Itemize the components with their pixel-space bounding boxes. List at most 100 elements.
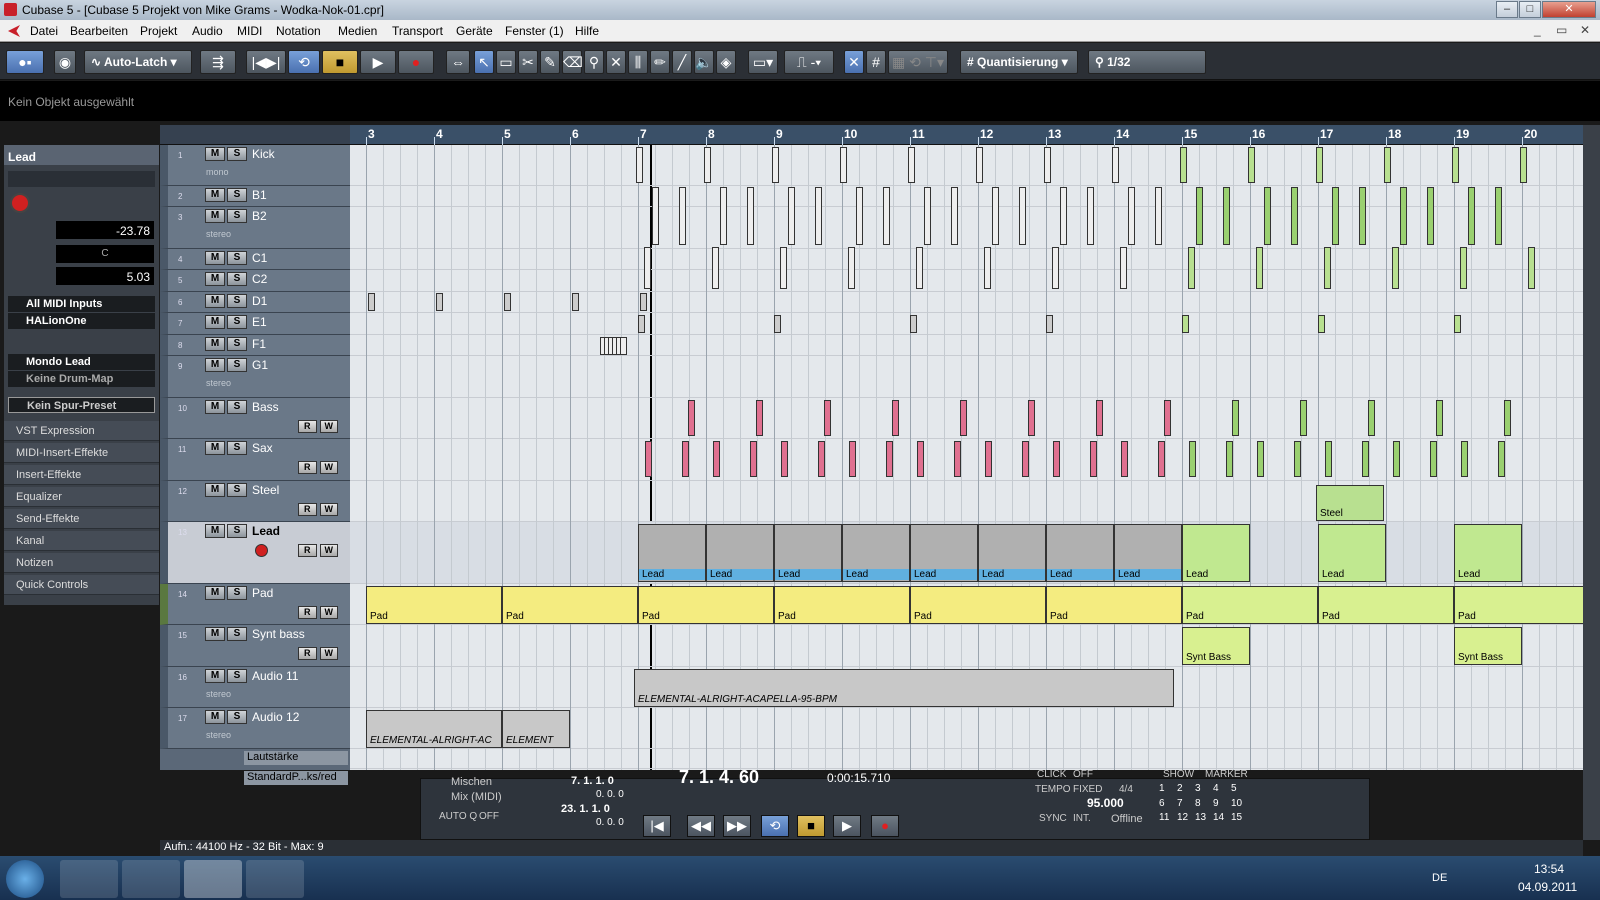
midi-event[interactable] [1059, 187, 1067, 245]
lead-part[interactable]: Lead [910, 524, 978, 582]
marker-button[interactable]: 13 [1195, 812, 1213, 827]
midi-event[interactable] [436, 293, 443, 311]
track-synt-bass[interactable]: 15 M S Synt bass R W [160, 625, 350, 667]
inspector-track-name[interactable]: Lead [4, 145, 159, 165]
midi-event[interactable] [756, 400, 763, 436]
mute-tool-icon[interactable]: ✕ [606, 50, 626, 74]
doc-close-icon[interactable]: ✕ [1580, 23, 1590, 37]
play-tool-icon[interactable]: 🔈 [694, 50, 714, 74]
mute-solo[interactable]: MS [205, 586, 247, 600]
midi-event[interactable] [1263, 187, 1271, 245]
automation-lane-standard[interactable]: StandardP...ks/red [244, 771, 348, 785]
write-button[interactable]: W [319, 503, 338, 516]
track-lane[interactable] [350, 292, 1583, 313]
record-enable-icon[interactable] [255, 544, 268, 557]
tempo-mode[interactable]: FIXED [1073, 784, 1102, 795]
midi-event[interactable] [848, 247, 855, 289]
mute-solo[interactable]: MS [205, 669, 247, 683]
mute-solo[interactable]: MS [205, 147, 247, 161]
midi-event[interactable] [1368, 400, 1375, 436]
zoom-tool-icon[interactable]: ⚲ [584, 50, 604, 74]
marker-button[interactable]: 2 [1177, 783, 1195, 798]
midi-event[interactable] [1120, 247, 1127, 289]
erase-tool-icon[interactable]: ⌫ [562, 50, 583, 74]
menu-medien[interactable]: Medien [338, 24, 377, 38]
drum-map-select[interactable]: Keine Drum-Map [8, 371, 155, 387]
right-locator[interactable]: 23. 1. 1. 0 [561, 803, 610, 815]
solo-button[interactable]: S [227, 188, 247, 202]
section-insert-effects[interactable]: Insert-Effekte [4, 465, 159, 485]
line-tool-icon[interactable]: ╱ [672, 50, 692, 74]
tempo-value[interactable]: 95.000 [1087, 796, 1124, 810]
mix-label[interactable]: Mischen [451, 776, 492, 788]
timewarp-tool-icon[interactable]: ⫼ [628, 50, 648, 74]
record-button[interactable]: ● [398, 50, 434, 74]
midi-event[interactable] [1256, 247, 1263, 289]
midi-event[interactable] [1384, 147, 1391, 183]
audio-event[interactable]: ELEMENTAL-ALRIGHT-ACAPELLA-95-BPM [634, 669, 1174, 707]
menu-hilfe[interactable]: Hilfe [575, 24, 599, 38]
mute-solo[interactable]: MS [205, 400, 247, 414]
track-lane[interactable] [350, 186, 1583, 207]
menu-audio[interactable]: Audio [192, 24, 223, 38]
midi-event[interactable] [908, 147, 915, 183]
midi-event[interactable] [1018, 187, 1026, 245]
cubase-taskbar-icon[interactable] [184, 860, 242, 898]
read-write[interactable]: RW [298, 606, 338, 619]
track-d1[interactable]: 6 M S D1 [160, 292, 350, 313]
section-equalizer[interactable]: Equalizer [4, 487, 159, 507]
glue-tool-icon[interactable]: ✎ [540, 50, 560, 74]
midi-event[interactable] [640, 293, 647, 311]
midi-event[interactable] [1180, 147, 1187, 183]
track-preset-select[interactable]: Kein Spur-Preset [8, 397, 155, 413]
start-button-icon[interactable] [6, 860, 44, 898]
sync-value[interactable]: Offline [1111, 813, 1143, 825]
mute-solo[interactable]: MS [205, 272, 247, 286]
mute-button[interactable]: M [205, 710, 225, 724]
transport-rewind-button[interactable]: ◀◀ [687, 815, 715, 837]
transport-record-button[interactable]: ● [871, 815, 899, 837]
midi-event[interactable] [991, 187, 999, 245]
read-write[interactable]: RW [298, 503, 338, 516]
midi-event[interactable] [916, 247, 923, 289]
lead-part[interactable]: Lead [1454, 524, 1522, 582]
language-indicator[interactable]: DE [1432, 872, 1447, 884]
constrain-delay-button[interactable]: ◉ [54, 50, 76, 74]
read-button[interactable]: R [298, 461, 317, 474]
click-label[interactable]: CLICK [1037, 769, 1066, 780]
midi-event[interactable] [1052, 247, 1059, 289]
steel-part[interactable]: Steel [1316, 485, 1384, 521]
midi-event[interactable] [1232, 400, 1239, 436]
mute-button[interactable]: M [205, 209, 225, 223]
pad-part[interactable]: Pad [1454, 586, 1583, 624]
solo-button[interactable]: S [227, 272, 247, 286]
midi-event[interactable] [1226, 441, 1234, 477]
midi-event[interactable] [1467, 187, 1475, 245]
mute-button[interactable]: M [205, 669, 225, 683]
section-midi-insert[interactable]: MIDI-Insert-Effekte [4, 443, 159, 463]
track-lane[interactable] [350, 749, 1583, 769]
midi-event[interactable] [638, 315, 645, 333]
track-g1[interactable]: 9 M S G1 stereo [160, 356, 350, 398]
marker-button[interactable]: 7 [1177, 798, 1195, 813]
midi-event[interactable] [719, 187, 727, 245]
tempo-label[interactable]: TEMPO [1035, 784, 1071, 795]
track-name[interactable]: Lead [252, 524, 280, 538]
pad-part[interactable]: Pad [638, 586, 774, 624]
time-signature[interactable]: 4/4 [1119, 784, 1133, 795]
solo-button[interactable]: S [227, 315, 247, 329]
mute-button[interactable]: M [205, 272, 225, 286]
midi-event[interactable] [780, 441, 788, 477]
solo-button[interactable]: S [227, 209, 247, 223]
midi-event[interactable] [504, 293, 511, 311]
midi-event[interactable] [1392, 441, 1400, 477]
track-name[interactable]: F1 [252, 337, 266, 351]
audio-event[interactable]: ELEMENT [502, 710, 570, 748]
track-pad[interactable]: 14 M S Pad R W [160, 584, 350, 625]
track-bass[interactable]: 10 M S Bass R W [160, 398, 350, 439]
midi-event[interactable] [1436, 400, 1443, 436]
lead-part[interactable]: Lead [706, 524, 774, 582]
midi-event[interactable] [1154, 187, 1162, 245]
left-locator[interactable]: 7. 1. 1. 0 [571, 775, 614, 787]
track-lane[interactable] [350, 207, 1583, 249]
